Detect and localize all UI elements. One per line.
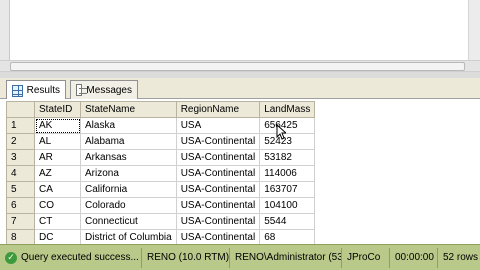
row-number[interactable]: 3 — [6, 149, 35, 166]
tab-messages[interactable]: Messages — [70, 80, 138, 99]
cell-regionname[interactable]: USA-Continental — [175, 165, 261, 182]
status-row-count: 52 rows — [443, 252, 479, 263]
cell-stateid[interactable]: CA — [34, 181, 81, 198]
status-bar: ✓ Query executed success... RENO (10.0 R… — [0, 244, 480, 270]
cell-regionname[interactable]: USA-Continental — [175, 197, 261, 214]
cell-regionname[interactable]: USA-Continental — [175, 149, 261, 166]
row-number[interactable]: 7 — [6, 213, 35, 230]
cell-stateid[interactable]: AR — [34, 149, 81, 166]
cell-stateid[interactable]: AK — [34, 117, 81, 134]
cell-regionname[interactable]: USA-Continental — [175, 213, 261, 230]
cell-statename[interactable]: Arizona — [80, 165, 177, 182]
cell-stateid[interactable]: AZ — [34, 165, 81, 182]
cell-regionname[interactable]: USA-Continental — [175, 181, 261, 198]
success-check-icon: ✓ — [5, 251, 17, 264]
cell-statename[interactable]: California — [80, 181, 177, 198]
tab-messages-label: Messages — [86, 84, 132, 96]
results-tab-bar: Results Messages — [0, 78, 480, 100]
results-grid-area: StateID StateName RegionName LandMass 1 … — [0, 99, 480, 244]
cell-landmass[interactable]: 52423 — [259, 133, 316, 150]
messages-icon — [76, 84, 88, 96]
table-row[interactable]: 3 AR Arkansas USA-Continental 53182 — [6, 149, 316, 166]
table-row[interactable]: 4 AZ Arizona USA-Continental 114006 — [6, 165, 316, 182]
row-number[interactable]: 8 — [6, 229, 35, 244]
cell-regionname[interactable]: USA-Continental — [175, 229, 261, 244]
cell-landmass[interactable]: 68 — [259, 229, 316, 244]
cell-regionname[interactable]: USA-Continental — [175, 133, 261, 150]
status-message-text: Query executed success... — [21, 252, 139, 263]
grid-header-row: StateID StateName RegionName LandMass — [6, 101, 316, 118]
status-elapsed-time: 00:00:00 — [390, 247, 438, 268]
scrollbar-thumb[interactable] — [10, 62, 465, 71]
cell-landmass[interactable]: 114006 — [259, 165, 316, 182]
cell-landmass[interactable]: 656425 — [259, 117, 316, 134]
query-editor[interactable] — [0, 0, 480, 60]
tab-results[interactable]: Results — [6, 80, 66, 100]
cell-stateid[interactable]: CT — [34, 213, 81, 230]
tab-results-label: Results — [26, 85, 60, 96]
table-row[interactable]: 6 CO Colorado USA-Continental 104100 — [6, 197, 316, 214]
cell-stateid[interactable]: CO — [34, 197, 81, 214]
column-header-regionname[interactable]: RegionName — [175, 101, 261, 118]
cell-stateid[interactable]: AL — [34, 133, 81, 150]
table-row[interactable]: 8 DC District of Columbia USA-Continenta… — [6, 229, 316, 244]
status-message: ✓ Query executed success... — [0, 247, 142, 268]
cell-statename[interactable]: Connecticut — [80, 213, 177, 230]
row-number[interactable]: 6 — [6, 197, 35, 214]
column-header-landmass[interactable]: LandMass — [259, 101, 316, 118]
editor-horizontal-scrollbar[interactable] — [0, 60, 480, 72]
cell-regionname[interactable]: USA — [175, 117, 261, 134]
cell-landmass[interactable]: 163707 — [259, 181, 316, 198]
table-row[interactable]: 5 CA California USA-Continental 163707 — [6, 181, 316, 198]
cell-stateid[interactable]: DC — [34, 229, 81, 244]
status-server: RENO (10.0 RTM) — [142, 247, 230, 268]
grid-icon — [12, 84, 23, 97]
editor-gutter — [0, 0, 10, 60]
table-row[interactable]: 1 AK Alaska USA 656425 — [6, 117, 316, 134]
cell-landmass[interactable]: 104100 — [259, 197, 316, 214]
row-number[interactable]: 2 — [6, 133, 35, 150]
corner-header[interactable] — [6, 101, 35, 118]
row-number[interactable]: 1 — [6, 117, 35, 134]
table-row[interactable]: 2 AL Alabama USA-Continental 52423 — [6, 133, 316, 150]
column-header-stateid[interactable]: StateID — [34, 101, 81, 118]
results-grid: StateID StateName RegionName LandMass 1 … — [6, 101, 316, 244]
cell-landmass[interactable]: 5544 — [259, 213, 316, 230]
cell-statename[interactable]: Arkansas — [80, 149, 177, 166]
row-number[interactable]: 4 — [6, 165, 35, 182]
row-number[interactable]: 5 — [6, 181, 35, 198]
cell-statename[interactable]: Colorado — [80, 197, 177, 214]
cell-statename[interactable]: Alabama — [80, 133, 177, 150]
editor-vertical-scrollbar[interactable] — [468, 0, 480, 60]
cell-landmass[interactable]: 53182 — [259, 149, 316, 166]
cell-statename[interactable]: District of Columbia — [80, 229, 177, 244]
cell-statename[interactable]: Alaska — [80, 117, 177, 134]
status-database: JProCo — [342, 247, 390, 268]
table-row[interactable]: 7 CT Connecticut USA-Continental 5544 — [6, 213, 316, 230]
column-header-statename[interactable]: StateName — [80, 101, 177, 118]
mouse-cursor-icon — [276, 124, 286, 140]
status-user: RENO\Administrator (53) — [230, 247, 342, 268]
